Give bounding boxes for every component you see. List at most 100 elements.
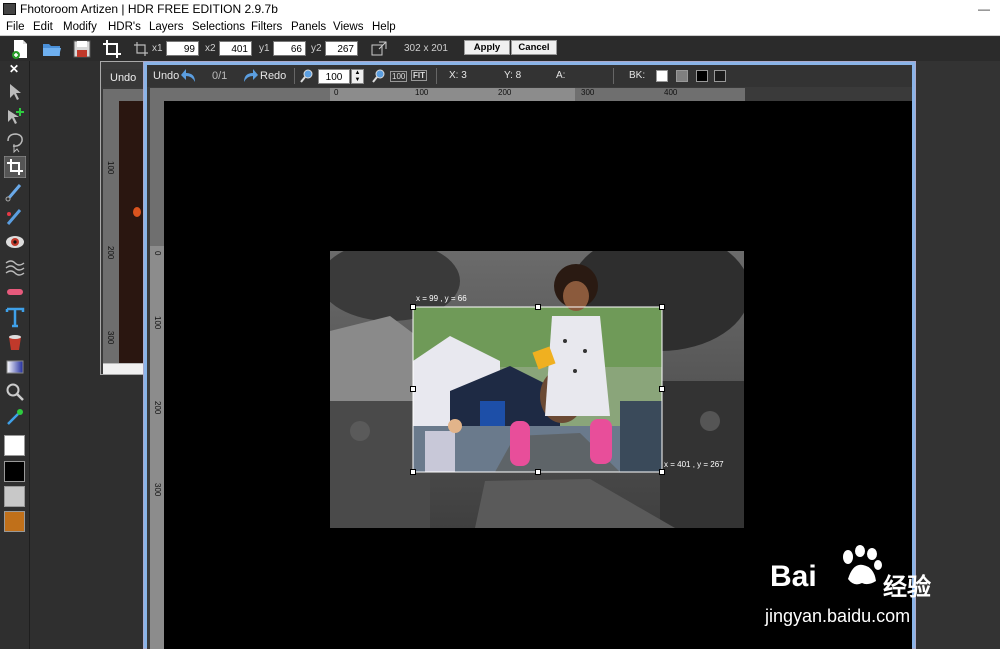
back-vruler-tick: 300	[106, 331, 115, 345]
text-tool-icon[interactable]	[4, 306, 26, 328]
menu-help[interactable]: Help	[372, 19, 396, 36]
pointer-tool-icon[interactable]	[4, 81, 26, 103]
crop-handle-top-right[interactable]	[659, 304, 665, 310]
close-panel-icon[interactable]: ✕	[9, 62, 19, 76]
selection-start-coords: x = 99 , y = 66	[416, 294, 467, 303]
undo-label[interactable]: Undo	[153, 70, 179, 82]
color-swatch-gray[interactable]	[4, 486, 25, 507]
toolbar-separator	[294, 68, 295, 84]
vruler-tick: 0	[153, 251, 162, 256]
vertical-ruler: 0 100 200 300	[150, 101, 164, 649]
crop-handle-right[interactable]	[659, 386, 665, 392]
app-window: Fhotoroom Artizen | HDR FREE EDITION 2.9…	[0, 0, 1000, 649]
back-vruler-tick: 200	[106, 246, 115, 260]
crop-icon[interactable]	[102, 39, 122, 59]
zoom-stepper[interactable]: ▲ ▼	[351, 69, 364, 84]
cursor-x-readout: X: 3	[449, 70, 467, 81]
menu-file[interactable]: File	[6, 19, 25, 36]
crop-handle-bottom[interactable]	[535, 469, 541, 475]
crop-size-readout: 302 x 201	[404, 43, 448, 54]
menu-views[interactable]: Views	[333, 19, 363, 36]
crop-tool-icon[interactable]	[4, 156, 26, 178]
hruler-tick: 300	[581, 88, 595, 97]
x2-field[interactable]: 401	[219, 41, 252, 56]
background-color-swatch[interactable]	[4, 461, 25, 482]
hruler-tick: 400	[664, 88, 678, 97]
texture-swatch[interactable]	[4, 511, 25, 532]
save-icon[interactable]	[72, 39, 92, 59]
zoom-field[interactable]: 100	[318, 69, 350, 84]
watermark-brand: Bai	[770, 560, 817, 593]
selection-end-coords: x = 401 , y = 267	[664, 460, 724, 469]
hruler-tick: 100	[415, 88, 429, 97]
smudge-tool-icon[interactable]	[4, 256, 26, 278]
tool-panel: ✕	[0, 61, 30, 649]
new-file-icon[interactable]	[10, 39, 30, 59]
undo-arrow-icon[interactable]	[180, 68, 198, 84]
eyedropper-tool-icon[interactable]	[4, 406, 26, 428]
red-eye-tool-icon[interactable]	[4, 231, 26, 253]
vruler-tick: 100	[153, 316, 162, 330]
ruler-shade	[150, 101, 164, 246]
cancel-button[interactable]: Cancel	[511, 40, 557, 55]
foreground-color-swatch[interactable]	[4, 435, 25, 456]
menu-filters[interactable]: Filters	[251, 19, 282, 36]
open-folder-icon[interactable]	[42, 39, 62, 59]
crop-handle-bottom-right[interactable]	[659, 469, 665, 475]
toolbar-separator	[436, 68, 437, 84]
x1-label: x1	[152, 43, 163, 54]
brush-tool-icon[interactable]	[4, 181, 26, 203]
crop-handle-top[interactable]	[535, 304, 541, 310]
y1-field[interactable]: 66	[273, 41, 306, 56]
cursor-y-readout: Y: 8	[504, 70, 522, 81]
crop-small-icon	[134, 42, 148, 56]
vruler-tick: 300	[153, 483, 162, 497]
bk-black-swatch[interactable]	[696, 70, 708, 82]
menu-edit[interactable]: Edit	[33, 19, 53, 36]
zoom-100-button[interactable]: 100	[390, 71, 408, 82]
menu-modify[interactable]: Modify	[63, 19, 97, 36]
gradient-tool-icon[interactable]	[4, 356, 26, 378]
redo-arrow-icon[interactable]	[241, 68, 259, 84]
resize-icon[interactable]	[369, 39, 389, 59]
eraser-tool-icon[interactable]	[4, 281, 26, 303]
crop-handle-left[interactable]	[410, 386, 416, 392]
add-selection-tool-icon[interactable]	[4, 106, 26, 128]
x1-field[interactable]: 99	[166, 41, 199, 56]
zoom-out-icon[interactable]	[371, 68, 387, 84]
crop-handle-top-left[interactable]	[410, 304, 416, 310]
history-counter: 0/1	[212, 70, 228, 82]
apply-button[interactable]: Apply	[464, 40, 510, 55]
bk-dark-swatch[interactable]	[714, 70, 726, 82]
redo-label[interactable]: Redo	[260, 70, 286, 82]
alpha-readout: A:	[556, 70, 566, 81]
minimize-button[interactable]: —	[968, 0, 1000, 19]
photo: x = 99 , y = 66 x = 401 , y = 267	[330, 251, 744, 528]
y2-field[interactable]: 267	[325, 41, 358, 56]
bk-white-swatch[interactable]	[656, 70, 668, 82]
zoom-tool-icon[interactable]	[4, 381, 26, 403]
back-vertical-ruler: 100 200 300	[103, 101, 119, 363]
zoom-icon[interactable]	[299, 68, 315, 84]
horizontal-ruler: 0 100 200 300 400	[150, 88, 745, 101]
x2-label: x2	[205, 43, 216, 54]
menu-panels[interactable]: Panels	[291, 19, 326, 36]
bk-gray-swatch[interactable]	[676, 70, 688, 82]
title-bar: Fhotoroom Artizen | HDR FREE EDITION 2.9…	[0, 0, 1000, 19]
menu-selections[interactable]: Selections	[192, 19, 245, 36]
watermark-url: jingyan.baidu.com	[765, 606, 911, 626]
back-image-light	[133, 207, 141, 217]
menu-layers[interactable]: Layers	[149, 19, 184, 36]
background-label: BK:	[629, 70, 646, 81]
vruler-tick: 200	[153, 401, 162, 415]
menu-hdrs[interactable]: HDR's	[108, 19, 141, 36]
fill-bucket-tool-icon[interactable]	[4, 331, 26, 353]
app-icon	[3, 3, 16, 15]
crop-handle-bottom-left[interactable]	[410, 469, 416, 475]
lasso-tool-icon[interactable]	[4, 131, 26, 153]
fit-button[interactable]: FIT	[411, 70, 427, 81]
pencil-tool-icon[interactable]	[4, 206, 26, 228]
back-vruler-tick: 100	[106, 161, 115, 175]
watermark-brand-cn: 经验	[883, 574, 931, 601]
y1-label: y1	[259, 43, 270, 54]
